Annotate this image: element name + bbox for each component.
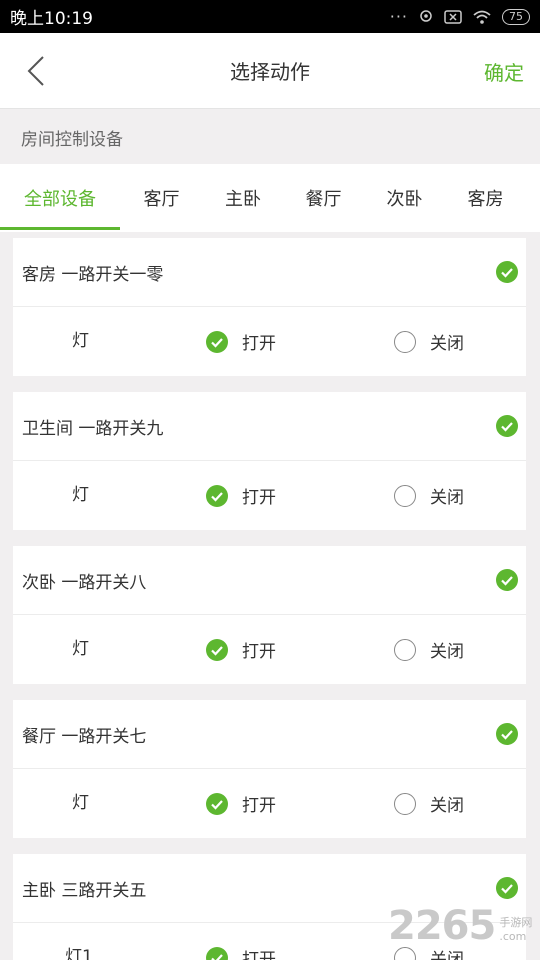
back-button[interactable] <box>18 51 54 91</box>
check-circle-icon[interactable] <box>496 877 518 899</box>
option-off[interactable]: 关闭 <box>394 461 464 530</box>
status-time: 晚上10:19 <box>10 9 93 29</box>
status-bar: 晚上10:19 ··· 75 <box>0 0 540 33</box>
device-action-row: 灯 打开 关闭 <box>13 461 526 530</box>
option-on-label: 打开 <box>242 950 276 960</box>
option-on-label: 打开 <box>242 796 276 816</box>
location-icon <box>420 9 432 22</box>
radio-unchecked-icon <box>394 330 416 353</box>
device-title: 客房 一路开关一零 <box>22 264 164 285</box>
device-card: 次卧 一路开关八 灯 打开 关闭 <box>13 546 526 684</box>
device-list: 客房 一路开关一零 灯 打开 关闭 卫生间 一路开关九 灯 打开 关闭 次卧 一… <box>13 238 526 960</box>
tab-guest-room[interactable]: 客房 <box>445 164 526 232</box>
status-icons: ··· 75 <box>390 7 530 26</box>
option-on-label: 打开 <box>242 642 276 662</box>
option-off[interactable]: 关闭 <box>394 615 464 684</box>
device-card-header: 客房 一路开关一零 <box>13 238 526 307</box>
option-on[interactable]: 打开 <box>206 615 276 684</box>
device-action-row: 灯1 打开 关闭 <box>13 923 526 960</box>
device-title: 主卧 三路开关五 <box>22 880 147 901</box>
nav-bar: 选择动作 确定 <box>0 33 540 109</box>
option-on[interactable]: 打开 <box>206 461 276 530</box>
check-circle-icon[interactable] <box>496 569 518 591</box>
option-off[interactable]: 关闭 <box>394 307 464 376</box>
device-action-row: 灯 打开 关闭 <box>13 307 526 376</box>
row-label: 灯 <box>72 485 89 505</box>
radio-unchecked-icon <box>394 792 416 815</box>
radio-checked-icon <box>206 330 228 353</box>
option-on[interactable]: 打开 <box>206 307 276 376</box>
option-off-label: 关闭 <box>430 488 464 508</box>
option-off-label: 关闭 <box>430 796 464 816</box>
battery-indicator: 75 <box>502 8 530 25</box>
option-on-label: 打开 <box>242 488 276 508</box>
option-on-label: 打开 <box>242 334 276 354</box>
radio-checked-icon <box>206 792 228 815</box>
room-tabs: 全部设备 客厅 主卧 餐厅 次卧 客房 <box>0 164 540 232</box>
device-card: 主卧 三路开关五 灯1 打开 关闭 <box>13 854 526 960</box>
option-off-label: 关闭 <box>430 334 464 354</box>
row-label: 灯 <box>72 639 89 659</box>
chevron-left-icon <box>27 56 44 86</box>
device-card-header: 餐厅 一路开关七 <box>13 700 526 769</box>
check-circle-icon[interactable] <box>496 261 518 283</box>
check-circle-icon[interactable] <box>496 723 518 745</box>
check-circle-icon[interactable] <box>496 415 518 437</box>
option-on[interactable]: 打开 <box>206 769 276 838</box>
wifi-icon <box>473 10 491 24</box>
tab-all-devices[interactable]: 全部设备 <box>0 164 120 232</box>
device-title: 次卧 一路开关八 <box>22 572 147 593</box>
device-action-row: 灯 打开 关闭 <box>13 615 526 684</box>
radio-unchecked-icon <box>394 946 416 960</box>
device-card: 客房 一路开关一零 灯 打开 关闭 <box>13 238 526 376</box>
device-card: 卫生间 一路开关九 灯 打开 关闭 <box>13 392 526 530</box>
option-on[interactable]: 打开 <box>206 923 276 960</box>
radio-checked-icon <box>206 638 228 661</box>
device-card-header: 次卧 一路开关八 <box>13 546 526 615</box>
device-title: 卫生间 一路开关九 <box>22 418 164 439</box>
tab-master-bedroom[interactable]: 主卧 <box>203 164 283 232</box>
more-dots-icon: ··· <box>389 7 408 26</box>
option-off-label: 关闭 <box>430 950 464 960</box>
radio-unchecked-icon <box>394 484 416 507</box>
device-title: 餐厅 一路开关七 <box>22 726 147 747</box>
radio-unchecked-icon <box>394 638 416 661</box>
device-card-header: 主卧 三路开关五 <box>13 854 526 923</box>
option-off[interactable]: 关闭 <box>394 923 464 960</box>
device-action-row: 灯 打开 关闭 <box>13 769 526 838</box>
device-card: 餐厅 一路开关七 灯 打开 关闭 <box>13 700 526 838</box>
device-card-header: 卫生间 一路开关九 <box>13 392 526 461</box>
section-header: 房间控制设备 <box>0 110 540 164</box>
page-title: 选择动作 <box>230 60 310 84</box>
row-label: 灯 <box>72 331 89 351</box>
tab-dining-room[interactable]: 餐厅 <box>283 164 364 232</box>
sim-off-icon <box>444 9 462 24</box>
tab-living-room[interactable]: 客厅 <box>120 164 203 232</box>
radio-checked-icon <box>206 484 228 507</box>
option-off[interactable]: 关闭 <box>394 769 464 838</box>
radio-checked-icon <box>206 946 228 960</box>
option-off-label: 关闭 <box>430 642 464 662</box>
confirm-button[interactable]: 确定 <box>484 57 524 86</box>
tab-second-bedroom[interactable]: 次卧 <box>364 164 445 232</box>
row-label: 灯 <box>72 793 89 813</box>
row-label: 灯1 <box>65 947 93 960</box>
